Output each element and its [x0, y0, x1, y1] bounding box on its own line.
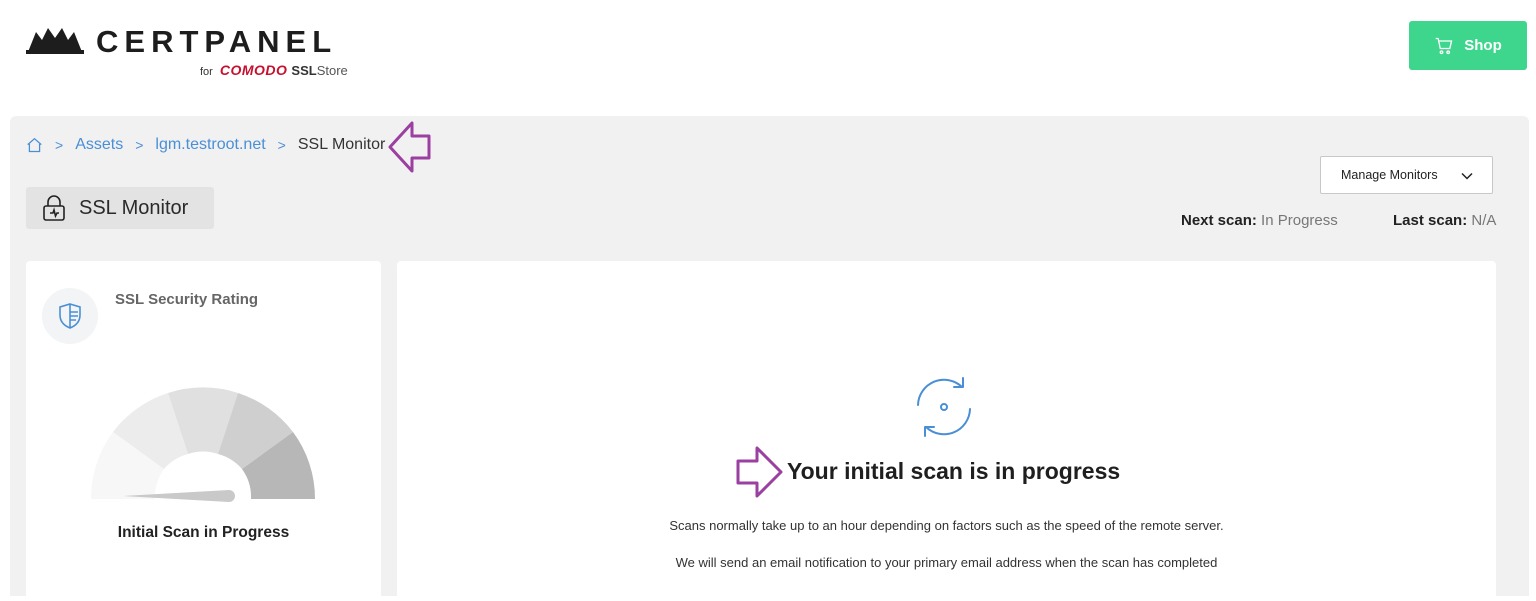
shop-button[interactable]: Shop	[1409, 21, 1527, 70]
shield-icon	[59, 303, 81, 329]
progress-heading: Your initial scan is in progress	[787, 458, 1121, 484]
next-scan-value: In Progress	[1261, 212, 1338, 229]
next-scan-info: Next scan: In Progress	[1181, 212, 1338, 229]
progress-description: Scans normally take up to an hour depend…	[669, 518, 1224, 533]
manage-monitors-dropdown[interactable]: Manage Monitors	[1320, 156, 1493, 194]
scan-progress-card: Your initial scan is in progress Scans n…	[397, 261, 1496, 601]
logo-mark-icon	[26, 28, 84, 54]
annotation-arrow-left-icon	[388, 121, 431, 173]
manage-monitors-label: Manage Monitors	[1341, 168, 1438, 182]
breadcrumb-current: SSL Monitor	[297, 136, 386, 153]
annotation-arrow-right-icon	[736, 446, 783, 498]
breadcrumb-separator: >	[55, 137, 64, 153]
rating-status-text: Initial Scan in Progress	[117, 524, 290, 541]
breadcrumb: > Assets > lgm.testroot.net > SSL Monito…	[26, 136, 385, 154]
last-scan-label: Last scan:	[1393, 212, 1468, 229]
lock-icon	[43, 195, 65, 221]
page-title: SSL Monitor	[26, 187, 214, 229]
last-scan-info: Last scan: N/A	[1393, 212, 1496, 229]
brand-sub-for: for	[200, 66, 213, 78]
next-scan-label: Next scan:	[1181, 212, 1257, 229]
brand-sub-store: Store	[316, 63, 348, 78]
main-panel: > Assets > lgm.testroot.net > SSL Monito…	[10, 116, 1529, 601]
brand-name: CERTPANEL	[96, 24, 338, 59]
breadcrumb-separator: >	[277, 137, 286, 153]
security-rating-gauge	[90, 387, 316, 502]
home-icon[interactable]	[26, 137, 43, 154]
breadcrumb-assets[interactable]: Assets	[75, 136, 123, 154]
ssl-rating-card: SSL Security Rating Initial Scan in Prog…	[26, 261, 381, 601]
brand-subtitle: for COMODO SSLStore	[200, 62, 348, 78]
brand-sub-comodo: COMODO	[219, 62, 288, 78]
breadcrumb-domain[interactable]: lgm.testroot.net	[155, 136, 265, 154]
brand-sub-ssl: SSL	[291, 63, 317, 78]
chevron-down-icon	[1461, 172, 1473, 180]
cart-icon	[1435, 37, 1453, 54]
page-title-text: SSL Monitor	[79, 196, 189, 219]
email-notification-note: We will send an email notification to yo…	[675, 555, 1218, 570]
top-header: CERTPANEL for COMODO SSLStore Shop	[0, 0, 1536, 116]
breadcrumb-separator: >	[135, 137, 144, 153]
refresh-icon	[917, 377, 971, 437]
rating-card-title: SSL Security Rating	[115, 291, 259, 308]
shield-badge	[42, 288, 98, 344]
last-scan-value: N/A	[1471, 212, 1497, 229]
shop-label: Shop	[1464, 37, 1502, 54]
